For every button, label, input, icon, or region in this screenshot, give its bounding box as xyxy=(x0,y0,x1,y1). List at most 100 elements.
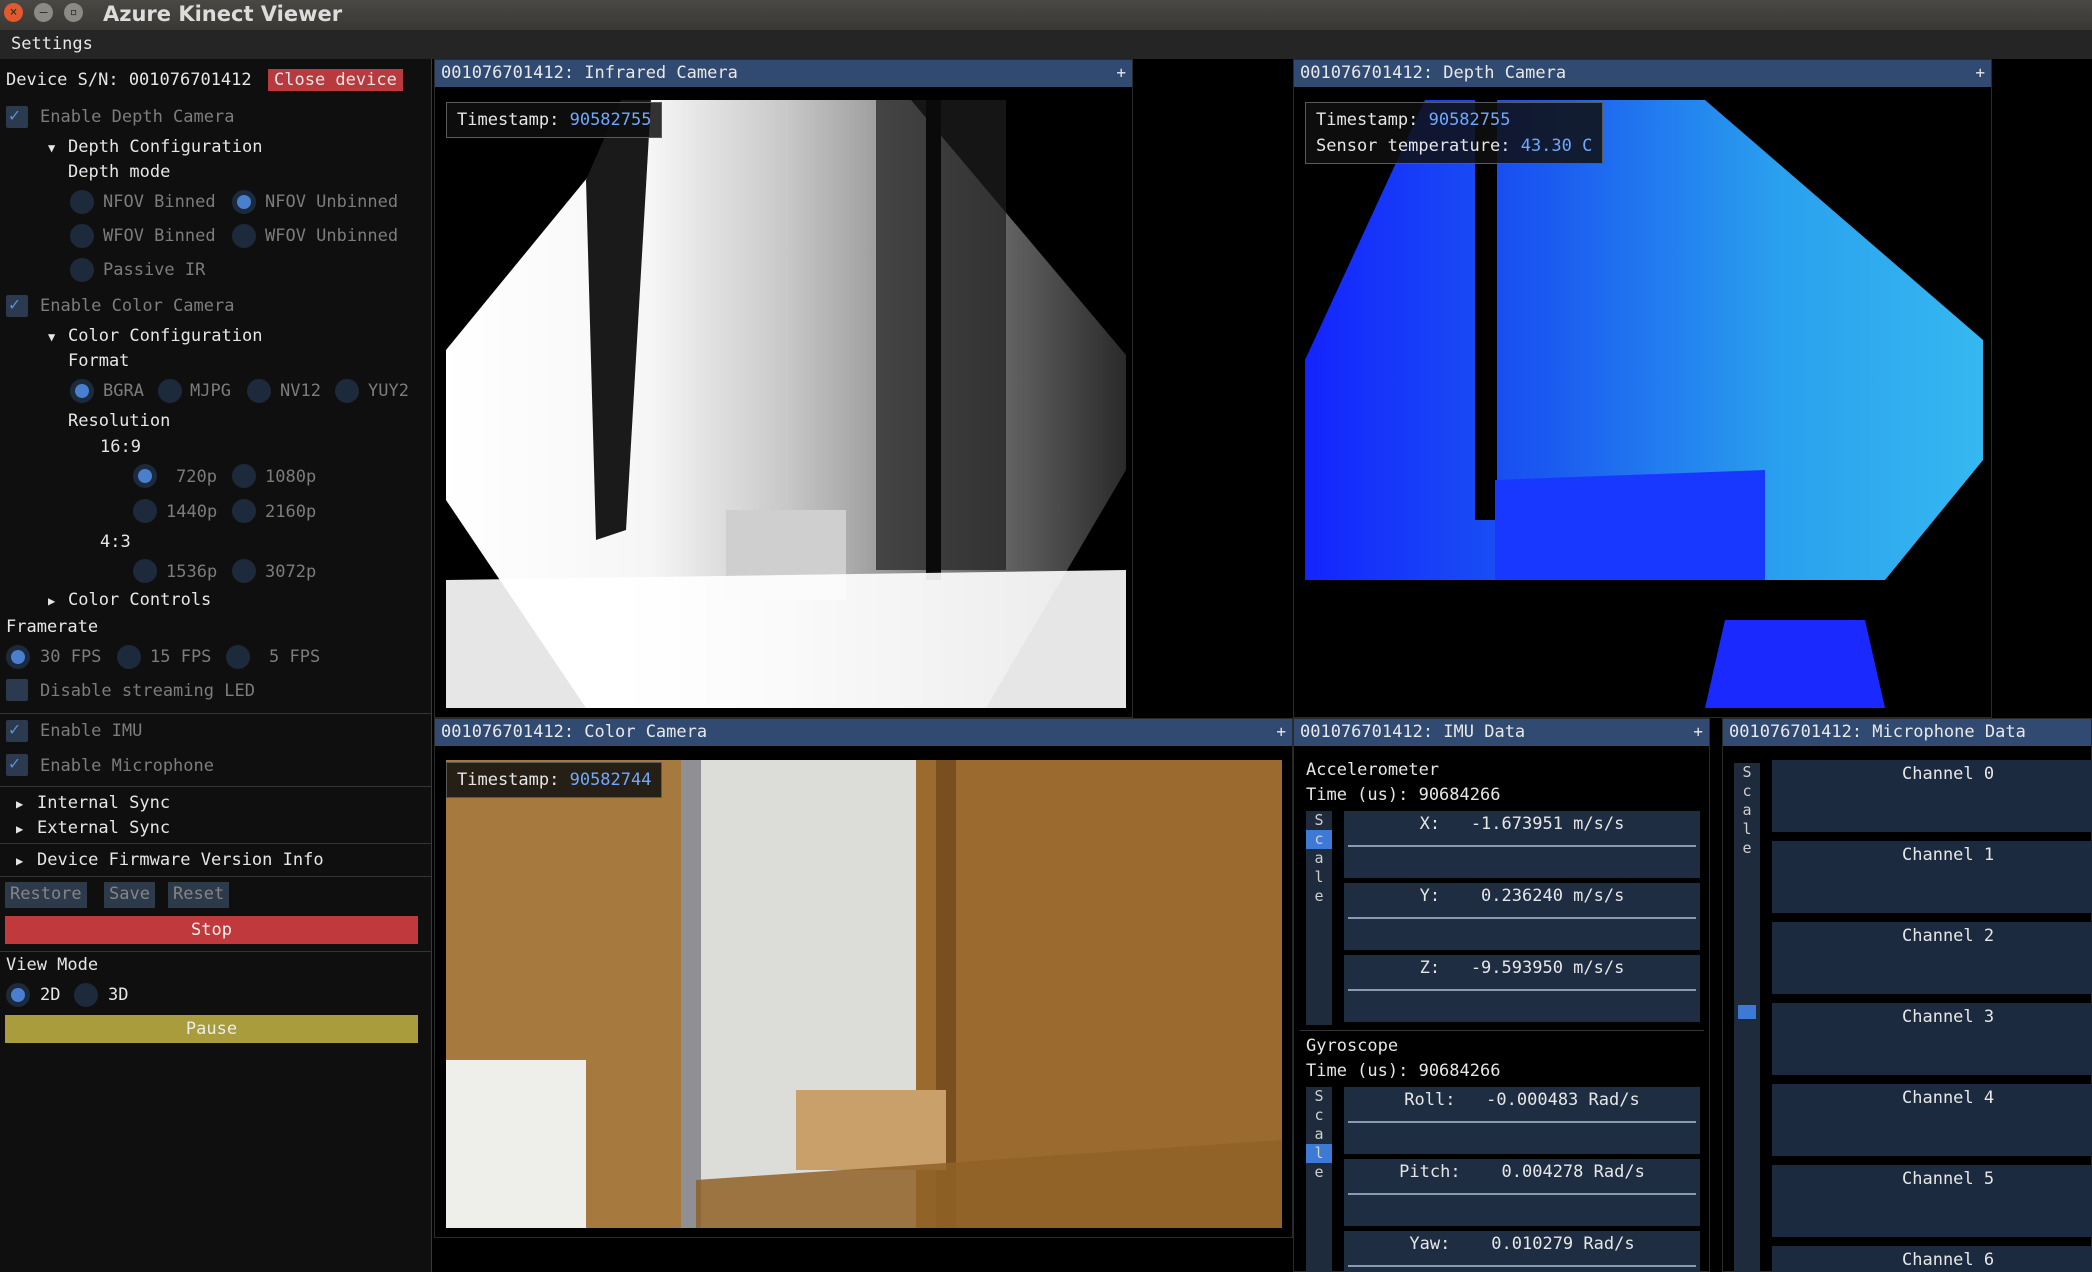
label-15fps: 15 FPS xyxy=(150,647,212,667)
scale-letter: l xyxy=(1742,820,1752,838)
enable-depth-label: Enable Depth Camera xyxy=(40,107,235,127)
mic-scale-slider[interactable]: S c a l e xyxy=(1734,763,1760,1272)
label-wfov-binned: WFOV Binned xyxy=(103,226,216,246)
scale-letter: e xyxy=(1742,839,1752,857)
depth-panel-title: 001076701412: Depth Camera + xyxy=(1294,60,1991,87)
plus-icon[interactable]: + xyxy=(1693,719,1703,745)
firmware-header[interactable]: Device Firmware Version Info xyxy=(37,850,324,870)
save-button[interactable]: Save xyxy=(104,882,155,908)
depth-temp-label: Sensor temperature: xyxy=(1316,136,1521,156)
gyro-roll-graph: Roll: -0.000483 Rad/s xyxy=(1344,1087,1700,1154)
label-mjpg: MJPG xyxy=(190,381,231,401)
label-30fps: 30 FPS xyxy=(40,647,102,667)
depth-title-text: 001076701412: Depth Camera xyxy=(1300,63,1567,83)
depth-image xyxy=(1305,100,1983,708)
disable-led-checkbox[interactable] xyxy=(6,679,28,701)
label-wfov-unbinned: WFOV Unbinned xyxy=(265,226,399,246)
channel-label: Channel 5 xyxy=(1902,1169,1995,1189)
accel-x-graph: X: -1.673951 m/s/s xyxy=(1344,811,1700,878)
gyro-yaw-graph: Yaw: 0.010279 Rad/s xyxy=(1344,1231,1700,1272)
maximize-window-button[interactable]: ▫ xyxy=(64,3,83,22)
title-bar: × – ▫ Azure Kinect Viewer xyxy=(0,0,2092,30)
accelerometer-time: Time (us): 90684266 xyxy=(1306,785,1501,805)
channel-label: Channel 4 xyxy=(1902,1088,1995,1108)
channel-label: Channel 3 xyxy=(1902,1007,1995,1027)
color-controls-triangle-icon[interactable]: ▶ xyxy=(48,594,55,608)
window-title: Azure Kinect Viewer xyxy=(103,2,343,26)
radio-bgra[interactable] xyxy=(70,379,94,403)
ir-timestamp-label: Timestamp: xyxy=(457,110,570,130)
radio-wfov-binned[interactable] xyxy=(70,224,94,248)
label-passive-ir: Passive IR xyxy=(103,260,206,280)
radio-30fps[interactable] xyxy=(6,645,30,669)
plus-icon[interactable]: + xyxy=(1276,719,1286,745)
radio-1080p[interactable] xyxy=(232,464,256,488)
gyro-scale-slider[interactable]: S c a l e xyxy=(1306,1087,1332,1272)
label-1536p: 1536p xyxy=(166,562,218,582)
imu-panel-title: 001076701412: IMU Data + xyxy=(1294,719,1709,746)
radio-nv12[interactable] xyxy=(247,379,271,403)
reset-button[interactable]: Reset xyxy=(168,882,230,908)
depth-config-triangle-icon[interactable]: ▼ xyxy=(48,141,55,155)
channel-label: Channel 1 xyxy=(1902,845,1995,865)
enable-depth-checkbox[interactable] xyxy=(6,105,28,128)
close-window-button[interactable]: × xyxy=(4,3,23,22)
infrared-title-text: 001076701412: Infrared Camera xyxy=(441,63,738,83)
color-config-header[interactable]: Color Configuration xyxy=(68,326,262,346)
radio-3072p[interactable] xyxy=(232,559,256,583)
enable-color-label: Enable Color Camera xyxy=(40,296,235,316)
enable-mic-checkbox[interactable] xyxy=(6,753,28,776)
graph-line xyxy=(1348,989,1696,991)
close-device-button[interactable]: Close device xyxy=(268,69,403,91)
enable-imu-checkbox[interactable] xyxy=(6,719,28,742)
radio-passive-ir[interactable] xyxy=(70,258,94,282)
pause-button[interactable]: Pause xyxy=(5,1015,418,1043)
radio-wfov-unbinned[interactable] xyxy=(232,224,256,248)
radio-yuy2[interactable] xyxy=(335,379,359,403)
radio-15fps[interactable] xyxy=(117,645,141,669)
label-nfov-unbinned: NFOV Unbinned xyxy=(265,192,399,212)
menu-settings[interactable]: Settings xyxy=(11,34,93,54)
enable-color-checkbox[interactable] xyxy=(6,294,28,317)
radio-nfov-binned[interactable] xyxy=(70,190,94,214)
radio-2160p[interactable] xyxy=(232,499,256,523)
radio-1536p[interactable] xyxy=(133,559,157,583)
channel-label: Channel 6 xyxy=(1902,1250,1995,1270)
mic-channel-5: Channel 5 xyxy=(1772,1165,2092,1237)
radio-720p[interactable] xyxy=(133,464,157,488)
plus-icon[interactable]: + xyxy=(1975,60,1985,86)
ir-timestamp-value: 90582755 xyxy=(569,110,652,130)
graph-line xyxy=(1348,917,1696,919)
color-timestamp-label: Timestamp: xyxy=(457,770,570,790)
internal-sync-triangle-icon[interactable]: ▶ xyxy=(16,797,23,811)
close-icon: × xyxy=(9,5,18,20)
minimize-window-button[interactable]: – xyxy=(34,3,53,22)
radio-nfov-unbinned[interactable] xyxy=(232,190,256,214)
color-controls-header[interactable]: Color Controls xyxy=(68,590,211,610)
radio-2d[interactable] xyxy=(6,983,30,1007)
graph-line xyxy=(1348,845,1696,847)
depth-timestamp-label: Timestamp: xyxy=(1316,110,1429,130)
depth-config-header[interactable]: Depth Configuration xyxy=(68,137,262,157)
scale-letter: c xyxy=(1314,1106,1324,1124)
gyro-roll-value: Roll: -0.000483 Rad/s xyxy=(1404,1090,1640,1110)
label-bgra: BGRA xyxy=(103,381,144,401)
accel-scale-slider[interactable]: S c a l e xyxy=(1306,811,1332,1025)
divider xyxy=(0,786,432,787)
mic-title-text: 001076701412: Microphone Data xyxy=(1729,722,2026,742)
color-config-triangle-icon[interactable]: ▼ xyxy=(48,330,55,344)
stop-button[interactable]: Stop xyxy=(5,916,418,944)
radio-1440p[interactable] xyxy=(133,499,157,523)
internal-sync-header[interactable]: Internal Sync xyxy=(37,793,170,813)
scale-handle[interactable] xyxy=(1738,1005,1756,1019)
radio-5fps[interactable] xyxy=(226,645,250,669)
plus-icon[interactable]: + xyxy=(1116,60,1126,86)
external-sync-triangle-icon[interactable]: ▶ xyxy=(16,822,23,836)
graph-line xyxy=(1348,1121,1696,1123)
label-2d: 2D xyxy=(40,985,61,1005)
restore-button[interactable]: Restore xyxy=(5,882,87,908)
radio-mjpg[interactable] xyxy=(158,379,182,403)
external-sync-header[interactable]: External Sync xyxy=(37,818,170,838)
radio-3d[interactable] xyxy=(74,983,98,1007)
firmware-triangle-icon[interactable]: ▶ xyxy=(16,854,23,868)
